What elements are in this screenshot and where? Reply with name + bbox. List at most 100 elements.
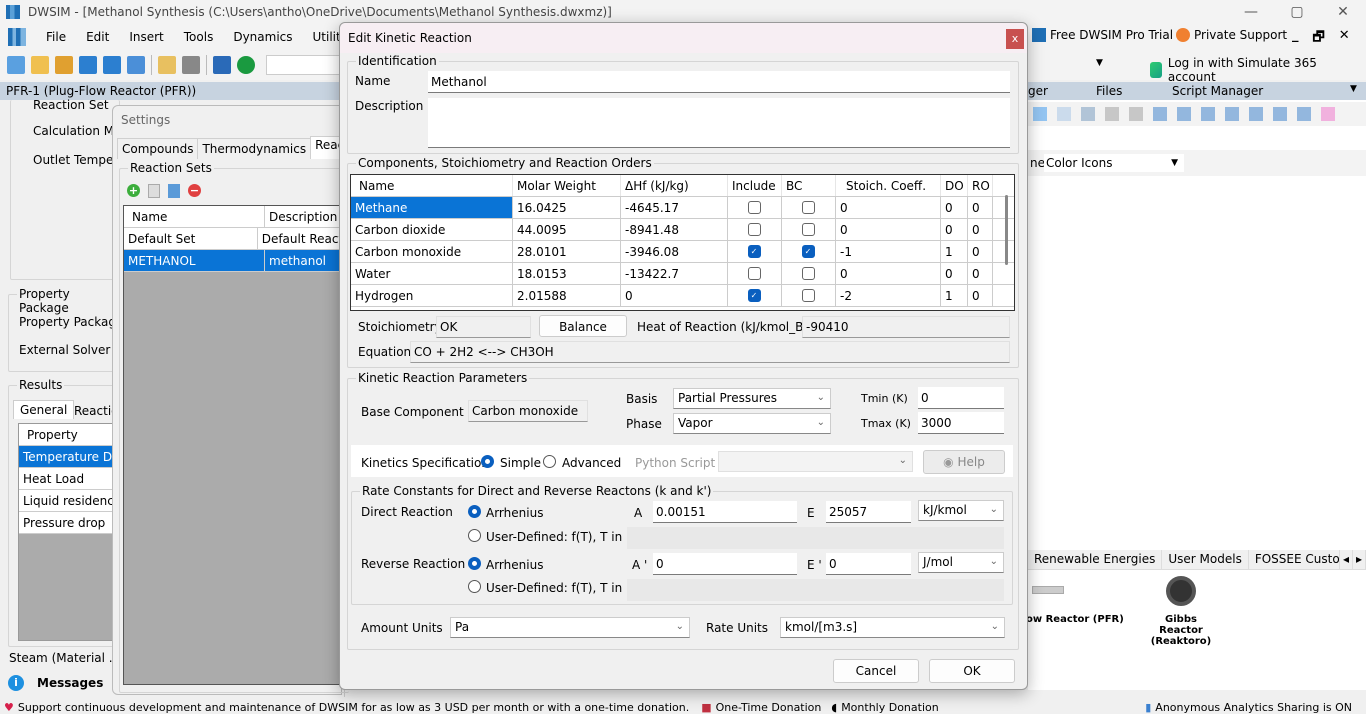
balance-button[interactable]: Balance: [539, 315, 627, 337]
reverse-order-cell[interactable]: 0: [968, 263, 993, 284]
property-column-header[interactable]: Property: [19, 424, 117, 446]
bc-checkbox[interactable]: [801, 289, 815, 302]
private-support-link[interactable]: Private Support: [1176, 28, 1287, 42]
direct-arrhenius-label[interactable]: Arrhenius: [486, 506, 543, 520]
align-center-icon[interactable]: [1201, 107, 1215, 121]
analytics-status[interactable]: Anonymous Analytics Sharing is ON: [1155, 701, 1352, 714]
save-icon[interactable]: [79, 56, 97, 74]
direct-user-defined-input[interactable]: [627, 527, 1004, 549]
remove-icon[interactable]: −: [188, 184, 201, 197]
direct-order-cell[interactable]: 1: [941, 241, 968, 262]
table-row[interactable]: Heat Load: [19, 468, 117, 490]
table-row[interactable]: Carbon monoxide 28.0101 -3946.08 ✓ ✓ -1 1 0: [351, 241, 1014, 263]
new-file-icon[interactable]: [7, 56, 25, 74]
align-right-icon[interactable]: [1225, 107, 1239, 121]
page-settings-icon[interactable]: [1081, 107, 1095, 121]
hf-cell[interactable]: -13422.7: [621, 263, 728, 284]
align-bottom-icon[interactable]: [1297, 107, 1311, 121]
bc-cell[interactable]: [782, 285, 836, 306]
include-cell[interactable]: [728, 197, 782, 218]
inspector-icon[interactable]: [182, 56, 200, 74]
phase-select[interactable]: Vapor ⌄: [673, 413, 831, 434]
direct-arrhenius-radio[interactable]: [468, 505, 481, 518]
distribute-icon[interactable]: [1321, 107, 1335, 121]
align-middle-icon[interactable]: [1273, 107, 1287, 121]
molar-weight-cell[interactable]: 44.0095: [513, 219, 621, 240]
direct-user-defined-label[interactable]: User-Defined: f(T), T in K: [486, 530, 634, 544]
table-row[interactable]: Hydrogen 2.01588 0 ✓ -2 1 0: [351, 285, 1014, 307]
add-icon[interactable]: +: [127, 184, 140, 197]
align-left-icon[interactable]: [1177, 107, 1191, 121]
a-rev-input[interactable]: [653, 553, 797, 575]
tab-files[interactable]: Files: [1096, 84, 1122, 98]
col-header-do[interactable]: DO: [941, 175, 968, 196]
component-name-cell[interactable]: Water: [351, 263, 513, 284]
stoich-coeff-cell[interactable]: 0: [836, 263, 941, 284]
edit-notes-icon[interactable]: [158, 56, 176, 74]
grid-scrollbar[interactable]: [1005, 195, 1008, 265]
direct-order-cell[interactable]: 0: [941, 219, 968, 240]
name-input[interactable]: [428, 71, 1010, 93]
bc-cell[interactable]: ✓: [782, 241, 836, 262]
dialog-close-button[interactable]: x: [1006, 29, 1024, 49]
advanced-label[interactable]: Advanced: [562, 456, 621, 470]
e-rev-input[interactable]: [826, 553, 911, 575]
direct-user-defined-radio[interactable]: [468, 529, 481, 542]
component-name-cell[interactable]: Carbon monoxide: [351, 241, 513, 262]
maximize-button[interactable]: ▢: [1274, 0, 1320, 24]
print-preview-icon[interactable]: [1129, 107, 1143, 121]
include-cell[interactable]: [728, 263, 782, 284]
include-checkbox[interactable]: ✓: [747, 245, 761, 258]
component-name-cell[interactable]: Methane: [351, 197, 513, 218]
hf-cell[interactable]: -3946.08: [621, 241, 728, 262]
mdi-minimize-button[interactable]: _: [1292, 28, 1299, 50]
simple-label[interactable]: Simple: [500, 456, 541, 470]
col-header-stoich[interactable]: Stoich. Coeff.: [836, 175, 941, 196]
bc-cell[interactable]: [782, 263, 836, 284]
stoich-coeff-cell[interactable]: -1: [836, 241, 941, 262]
bc-checkbox[interactable]: ✓: [801, 245, 815, 258]
messages-label[interactable]: Messages: [37, 676, 103, 690]
table-row[interactable]: Carbon dioxide 44.0095 -8941.48 0 0 0: [351, 219, 1014, 241]
tab-manager-truncated[interactable]: ger: [1028, 84, 1048, 98]
pro-trial-link[interactable]: Free DWSIM Pro Trial: [1032, 28, 1173, 42]
col-header-name[interactable]: Name: [351, 175, 513, 196]
configure-icon[interactable]: [148, 184, 160, 198]
steam-stream-item[interactable]: Steam (Material ...: [9, 651, 120, 665]
bc-checkbox[interactable]: [801, 201, 815, 214]
translate-icon[interactable]: [213, 56, 231, 74]
chevron-down-icon[interactable]: ▼: [1096, 58, 1103, 68]
e-input[interactable]: [826, 501, 911, 523]
reverse-user-defined-label[interactable]: User-Defined: f(T), T in K: [486, 581, 634, 595]
tab-fossee-custom-models[interactable]: FOSSEE Custom Mo: [1249, 550, 1340, 569]
check-icon[interactable]: [237, 56, 255, 74]
stoich-coeff-cell[interactable]: 0: [836, 197, 941, 218]
molar-weight-cell[interactable]: 2.01588: [513, 285, 621, 306]
menu-insert[interactable]: Insert: [119, 30, 173, 44]
python-script-select[interactable]: ⌄: [718, 451, 913, 472]
column-header-description[interactable]: Description: [265, 206, 337, 227]
one-time-donation-link[interactable]: One-Time Donation: [716, 701, 822, 714]
menu-file[interactable]: File: [36, 30, 76, 44]
tab-renewable-energies[interactable]: Renewable Energies: [1028, 550, 1163, 569]
column-header-name[interactable]: Name: [124, 206, 265, 227]
menu-tools[interactable]: Tools: [174, 30, 224, 44]
include-checkbox[interactable]: [747, 267, 761, 280]
gibbs-reactor-icon[interactable]: [1166, 576, 1196, 606]
bc-checkbox[interactable]: [801, 267, 815, 280]
col-header-ro[interactable]: RO: [968, 175, 993, 196]
col-header-bc[interactable]: BC: [782, 175, 836, 196]
hf-cell[interactable]: -4645.17: [621, 197, 728, 218]
minimize-button[interactable]: —: [1228, 0, 1274, 24]
hf-cell[interactable]: -8941.48: [621, 219, 728, 240]
table-row[interactable]: Methane 16.0425 -4645.17 0 0 0: [351, 197, 1014, 219]
component-name-cell[interactable]: Carbon dioxide: [351, 219, 513, 240]
include-checkbox[interactable]: ✓: [747, 289, 761, 302]
help-button[interactable]: ◉ Help: [923, 450, 1005, 474]
direct-order-cell[interactable]: 0: [941, 197, 968, 218]
open-folder-icon[interactable]: [31, 56, 49, 74]
rate-units-select[interactable]: kmol/[m3.s] ⌄: [780, 617, 1005, 638]
e-rev-units-select[interactable]: J/mol ⌄: [918, 552, 1004, 573]
tab-thermodynamics[interactable]: Thermodynamics: [197, 138, 312, 159]
reverse-order-cell[interactable]: 0: [968, 285, 993, 306]
